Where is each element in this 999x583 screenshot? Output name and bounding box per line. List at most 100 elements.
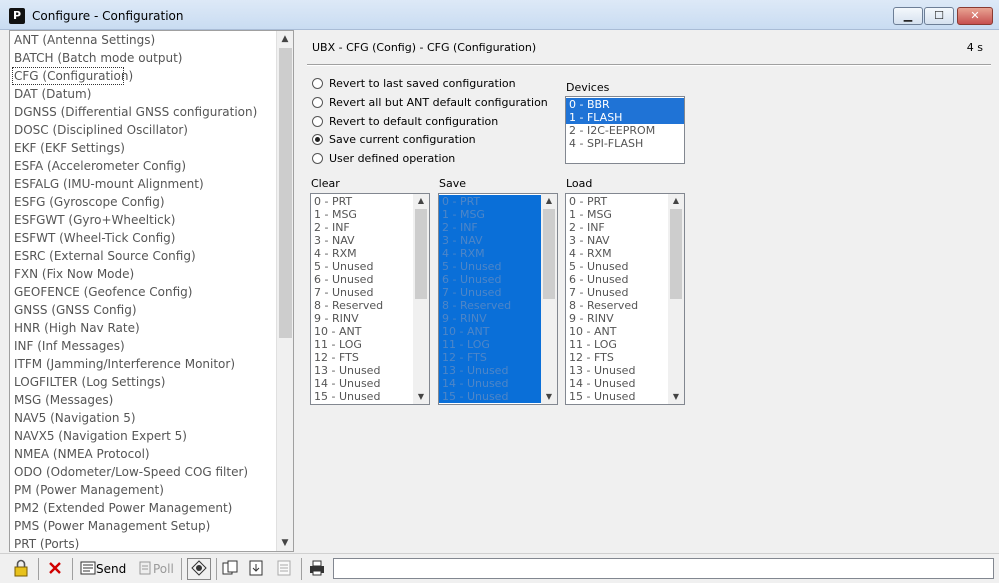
scroll-up-arrow-icon[interactable]: ▲ xyxy=(668,194,684,208)
list-item[interactable]: 9 - RINV xyxy=(311,312,413,325)
list-item[interactable]: 1 - FLASH xyxy=(566,111,684,124)
list-item[interactable]: CFG (Configuration) xyxy=(12,67,133,85)
devices-listbox[interactable]: 0 - BBR 1 - FLASH 2 - I2C-EEPROM 4 - SPI-FL… xyxy=(565,96,685,164)
radio-option[interactable]: Save current configuration xyxy=(312,132,476,148)
list-item[interactable]: 4 - RXM xyxy=(311,247,413,260)
list-item[interactable]: ODO (Odometer/Low-Speed COG filter) xyxy=(10,463,278,481)
list-item[interactable]: LOGFILTER (Log Settings) xyxy=(10,373,278,391)
scroll-down-arrow-icon[interactable]: ▼ xyxy=(668,390,684,404)
list-item[interactable]: 0 - BBR xyxy=(566,98,684,111)
close-button[interactable]: ✕ xyxy=(957,7,993,25)
minimize-button[interactable]: ▁ xyxy=(893,7,923,25)
list-item[interactable]: 14 - Unused xyxy=(439,377,541,390)
list-item[interactable]: BATCH (Batch mode output) xyxy=(10,49,278,67)
list-item[interactable]: ESFG (Gyroscope Config) xyxy=(10,193,278,211)
scroll-thumb[interactable] xyxy=(543,209,555,299)
list-item[interactable]: PRT (Ports) xyxy=(10,535,278,551)
list-item[interactable]: 2 - INF xyxy=(439,221,541,234)
list-item[interactable]: PM (Power Management) xyxy=(10,481,278,499)
scroll-down-arrow-icon[interactable]: ▼ xyxy=(413,390,429,404)
save-listbox[interactable]: 0 - PRT 1 - MSG 2 - INF 3 - NAV 4 - RXM 5 - U… xyxy=(438,193,558,405)
list-item[interactable]: EKF (EKF Settings) xyxy=(10,139,278,157)
list-item[interactable]: 5 - Unused xyxy=(311,260,413,273)
list-item[interactable]: 0 - PRT xyxy=(311,195,413,208)
scroll-down-arrow-icon[interactable]: ▼ xyxy=(277,535,293,551)
radio-checked-icon[interactable] xyxy=(312,133,323,145)
list-item[interactable]: 5 - Unused xyxy=(439,260,541,273)
list-item[interactable]: 3 - NAV xyxy=(439,234,541,247)
list-item[interactable]: 10 - ANT xyxy=(311,325,413,338)
load-listbox[interactable]: 0 - PRT 1 - MSG 2 - INF 3 - NAV 4 - RXM 5 - U… xyxy=(565,193,685,405)
send-button[interactable]: Send xyxy=(80,559,126,579)
left-scrollbar[interactable]: ▲ ▼ xyxy=(276,31,293,551)
list-item[interactable]: ANT (Antenna Settings) xyxy=(10,31,278,49)
printer-icon[interactable] xyxy=(308,559,326,579)
list-item[interactable]: 10 - ANT xyxy=(439,325,541,338)
clear-listbox[interactable]: 0 - PRT 1 - MSG 2 - INF 3 - NAV 4 - RXM 5 - U… xyxy=(310,193,430,405)
scroll-up-arrow-icon[interactable]: ▲ xyxy=(413,194,429,208)
list-item[interactable]: 8 - Reserved xyxy=(439,299,541,312)
list-item[interactable]: ESFA (Accelerometer Config) xyxy=(10,157,278,175)
list-item[interactable]: 12 - FTS xyxy=(439,351,541,364)
maximize-button[interactable]: ☐ xyxy=(924,7,954,25)
list-item[interactable]: 6 - Unused xyxy=(439,273,541,286)
list-item[interactable]: 8 - Reserved xyxy=(566,299,668,312)
list-item[interactable]: 11 - LOG xyxy=(311,338,413,351)
scroll-thumb[interactable] xyxy=(279,48,292,338)
list-item[interactable]: 4 - SPI-FLASH xyxy=(566,137,684,150)
list-item[interactable]: 5 - Unused xyxy=(566,260,668,273)
list-item[interactable]: 13 - Unused xyxy=(311,364,413,377)
list-item[interactable]: NAV5 (Navigation 5) xyxy=(10,409,278,427)
radio-unchecked-icon[interactable] xyxy=(312,152,323,164)
list-item[interactable]: 9 - RINV xyxy=(566,312,668,325)
list-item[interactable]: GNSS (GNSS Config) xyxy=(10,301,278,319)
list-item[interactable]: DOSC (Disciplined Oscillator) xyxy=(10,121,278,139)
copy-icon[interactable] xyxy=(221,559,239,579)
scroll-thumb[interactable] xyxy=(670,209,682,299)
list-item[interactable]: NMEA (NMEA Protocol) xyxy=(10,445,278,463)
list-item[interactable]: ESFWT (Wheel-Tick Config) xyxy=(10,229,278,247)
list-item[interactable]: 9 - RINV xyxy=(439,312,541,325)
radio-option[interactable]: Revert to last saved configuration xyxy=(312,76,516,92)
list-item[interactable]: 14 - Unused xyxy=(566,377,668,390)
list-item[interactable]: 6 - Unused xyxy=(566,273,668,286)
radio-option[interactable]: Revert to default configuration xyxy=(312,114,498,130)
list-item[interactable]: 8 - Reserved xyxy=(311,299,413,312)
list-item[interactable]: 1 - MSG xyxy=(566,208,668,221)
list-item[interactable]: ESRC (External Source Config) xyxy=(10,247,278,265)
list-item[interactable]: 4 - RXM xyxy=(439,247,541,260)
list-item[interactable]: 0 - PRT xyxy=(439,195,541,208)
scroll-thumb[interactable] xyxy=(415,209,427,299)
list-item[interactable]: ESFALG (IMU-mount Alignment) xyxy=(10,175,278,193)
list-item[interactable]: 13 - Unused xyxy=(566,364,668,377)
save-file-icon[interactable] xyxy=(275,559,293,579)
list-item[interactable]: 7 - Unused xyxy=(439,286,541,299)
radio-option[interactable]: Revert all but ANT default configuration xyxy=(312,95,548,111)
load-icon[interactable] xyxy=(247,559,265,579)
message-class-list[interactable]: ANT (Antenna Settings) BATCH (Batch mode … xyxy=(9,30,294,552)
list-item[interactable]: 1 - MSG xyxy=(439,208,541,221)
list-item[interactable]: 11 - LOG xyxy=(566,338,668,351)
list-item[interactable]: 10 - ANT xyxy=(566,325,668,338)
list-item[interactable]: ITFM (Jamming/Interference Monitor) xyxy=(10,355,278,373)
list-item[interactable]: 14 - Unused xyxy=(311,377,413,390)
list-item[interactable]: 12 - FTS xyxy=(566,351,668,364)
scroll-up-arrow-icon[interactable]: ▲ xyxy=(541,194,557,208)
list-item[interactable]: 15 - Unused xyxy=(566,390,668,403)
save-scrollbar[interactable]: ▲ ▼ xyxy=(541,194,557,404)
list-item[interactable]: 2 - INF xyxy=(566,221,668,234)
list-item[interactable]: 2 - I2C-EEPROM xyxy=(566,124,684,137)
list-item[interactable]: 13 - Unused xyxy=(439,364,541,377)
clear-scrollbar[interactable]: ▲ ▼ xyxy=(413,194,429,404)
list-item[interactable]: 3 - NAV xyxy=(311,234,413,247)
list-item[interactable]: 0 - PRT xyxy=(566,195,668,208)
list-item[interactable]: NAVX5 (Navigation Expert 5) xyxy=(10,427,278,445)
list-item[interactable]: 7 - Unused xyxy=(311,286,413,299)
list-item[interactable]: 4 - RXM xyxy=(566,247,668,260)
list-item[interactable]: 3 - NAV xyxy=(566,234,668,247)
list-item[interactable]: 2 - INF xyxy=(311,221,413,234)
list-item[interactable]: 15 - Unused xyxy=(439,390,541,403)
list-item[interactable]: 6 - Unused xyxy=(311,273,413,286)
list-item[interactable]: 7 - Unused xyxy=(566,286,668,299)
list-item[interactable]: MSG (Messages) xyxy=(10,391,278,409)
